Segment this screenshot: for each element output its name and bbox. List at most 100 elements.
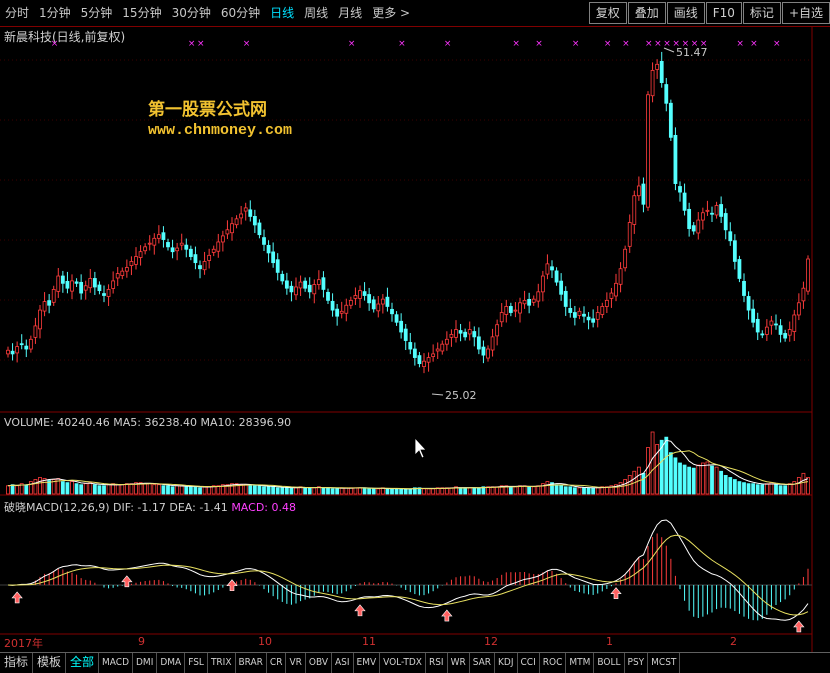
indicator-tab[interactable]: BOLL bbox=[594, 653, 625, 673]
candle-body bbox=[554, 270, 559, 283]
volume-bar bbox=[170, 486, 175, 495]
candle-body bbox=[486, 348, 490, 359]
volume-bar bbox=[673, 457, 678, 495]
candle-body bbox=[390, 308, 394, 315]
signal-marker: × bbox=[663, 39, 671, 49]
volume-bar bbox=[284, 487, 289, 495]
indicator-tab[interactable]: CCI bbox=[518, 653, 540, 673]
indicator-tab[interactable]: SAR bbox=[470, 653, 496, 673]
candle-body bbox=[463, 331, 468, 338]
volume-bar bbox=[394, 488, 399, 495]
period-tab[interactable]: 30分钟 bbox=[167, 0, 216, 26]
candle-body bbox=[412, 348, 417, 358]
stock-title: 新晨科技(日线,前复权) bbox=[4, 30, 126, 44]
period-tab[interactable]: 60分钟 bbox=[216, 0, 265, 26]
volume-bar bbox=[572, 487, 577, 495]
buy-signal-arrow-icon bbox=[610, 587, 622, 599]
candle-body bbox=[646, 94, 650, 208]
indicator-tab[interactable]: MACD bbox=[99, 653, 133, 673]
candle-body bbox=[769, 320, 774, 326]
tool-button[interactable]: 复权 bbox=[588, 2, 627, 24]
indicator-tab[interactable]: BRAR bbox=[236, 653, 267, 673]
macd-legend: 破晓MACD(12,26,9) DIF: -1.17 DEA: -1.41 MA… bbox=[4, 499, 296, 515]
period-tab[interactable]: 周线 bbox=[299, 0, 333, 26]
indicator-tab[interactable]: TRIX bbox=[208, 653, 236, 673]
candle-body bbox=[51, 289, 56, 303]
macd-histogram bbox=[0, 519, 812, 633]
indicator-tab[interactable]: RSI bbox=[426, 653, 448, 673]
volume-bar bbox=[362, 487, 367, 495]
volume-bar bbox=[262, 486, 266, 495]
indicator-tab[interactable]: FSL bbox=[185, 653, 208, 673]
volume-bar bbox=[271, 486, 276, 495]
indicator-tab[interactable]: PSY bbox=[625, 653, 649, 673]
candle-body bbox=[362, 291, 367, 296]
indicator-tab[interactable]: CR bbox=[267, 653, 287, 673]
tool-button[interactable]: 画线 bbox=[666, 2, 705, 24]
candle-body bbox=[28, 338, 33, 350]
indicator-tab[interactable]: EMV bbox=[354, 653, 381, 673]
volume-bar bbox=[184, 486, 189, 495]
candle-body bbox=[508, 306, 513, 313]
volume-bar bbox=[179, 485, 184, 495]
period-tab[interactable]: 月线 bbox=[333, 0, 367, 26]
indicator-tab[interactable]: OBV bbox=[306, 653, 332, 673]
period-tab[interactable]: 日线 bbox=[265, 0, 299, 26]
candle-body bbox=[124, 267, 129, 272]
tool-button[interactable]: 叠加 bbox=[627, 2, 666, 24]
indicator-tab[interactable]: VOL-TDX bbox=[380, 653, 426, 673]
indicator-tab[interactable]: MTM bbox=[566, 653, 595, 673]
volume-bar bbox=[10, 484, 15, 495]
candle-body bbox=[284, 280, 289, 289]
candle-body bbox=[431, 353, 436, 357]
volume-bar bbox=[88, 482, 93, 495]
period-tab[interactable]: 5分钟 bbox=[76, 0, 118, 26]
volume-bar bbox=[120, 484, 125, 495]
candle-body bbox=[490, 336, 495, 351]
indicator-tab[interactable]: 全部 bbox=[66, 653, 100, 673]
volume-bar bbox=[202, 486, 207, 495]
candle-body bbox=[572, 312, 577, 318]
period-tab[interactable]: 分时 bbox=[0, 0, 34, 26]
candle-body bbox=[102, 293, 106, 296]
indicator-tab[interactable]: KDJ bbox=[495, 653, 518, 673]
indicator-tab[interactable]: 模板 bbox=[33, 653, 67, 673]
indicator-tab[interactable]: DMI bbox=[133, 653, 158, 673]
tool-button[interactable]: +自选 bbox=[781, 2, 830, 24]
signal-marker: × bbox=[243, 39, 251, 49]
volume-bar bbox=[691, 467, 696, 495]
tool-button[interactable]: F10 bbox=[705, 2, 742, 24]
indicator-tab[interactable]: MCST bbox=[648, 653, 681, 673]
volume-bar bbox=[24, 484, 29, 495]
volume-bar bbox=[376, 488, 381, 495]
indicator-tab[interactable]: WR bbox=[448, 653, 470, 673]
volume-bar bbox=[399, 488, 404, 495]
candle-body bbox=[426, 357, 431, 363]
volume-bar bbox=[563, 486, 568, 495]
volume-bar bbox=[275, 487, 280, 495]
stock-chart[interactable]: × × × × × × × × × × × × × × × × × × × × × × 51.47 25.02 bbox=[0, 0, 830, 672]
candle-body bbox=[376, 303, 381, 312]
period-tab[interactable]: 1分钟 bbox=[34, 0, 76, 26]
volume-bar bbox=[755, 484, 760, 495]
indicator-tab[interactable]: 指标 bbox=[0, 653, 34, 673]
candle-body bbox=[760, 333, 765, 336]
buy-signal-arrow-icon bbox=[441, 609, 453, 622]
candle-body bbox=[806, 258, 810, 292]
volume-bar bbox=[806, 477, 810, 495]
candle-body bbox=[106, 289, 111, 297]
indicator-tab[interactable]: ROC bbox=[540, 653, 567, 673]
volume-bar bbox=[390, 488, 394, 495]
period-tab[interactable]: 更多 > bbox=[367, 0, 415, 26]
indicator-tab[interactable]: ASI bbox=[332, 653, 354, 673]
candle-body bbox=[705, 209, 710, 212]
candle-body bbox=[115, 273, 120, 279]
tool-button[interactable]: 标记 bbox=[742, 2, 781, 24]
period-tab[interactable]: 15分钟 bbox=[117, 0, 166, 26]
candle-body bbox=[307, 284, 312, 293]
candle-body bbox=[687, 208, 692, 229]
indicator-tab[interactable]: VR bbox=[286, 653, 306, 673]
signal-marker: × bbox=[398, 39, 406, 49]
indicator-tab[interactable]: DMA bbox=[157, 653, 186, 673]
candle-body bbox=[764, 326, 769, 335]
